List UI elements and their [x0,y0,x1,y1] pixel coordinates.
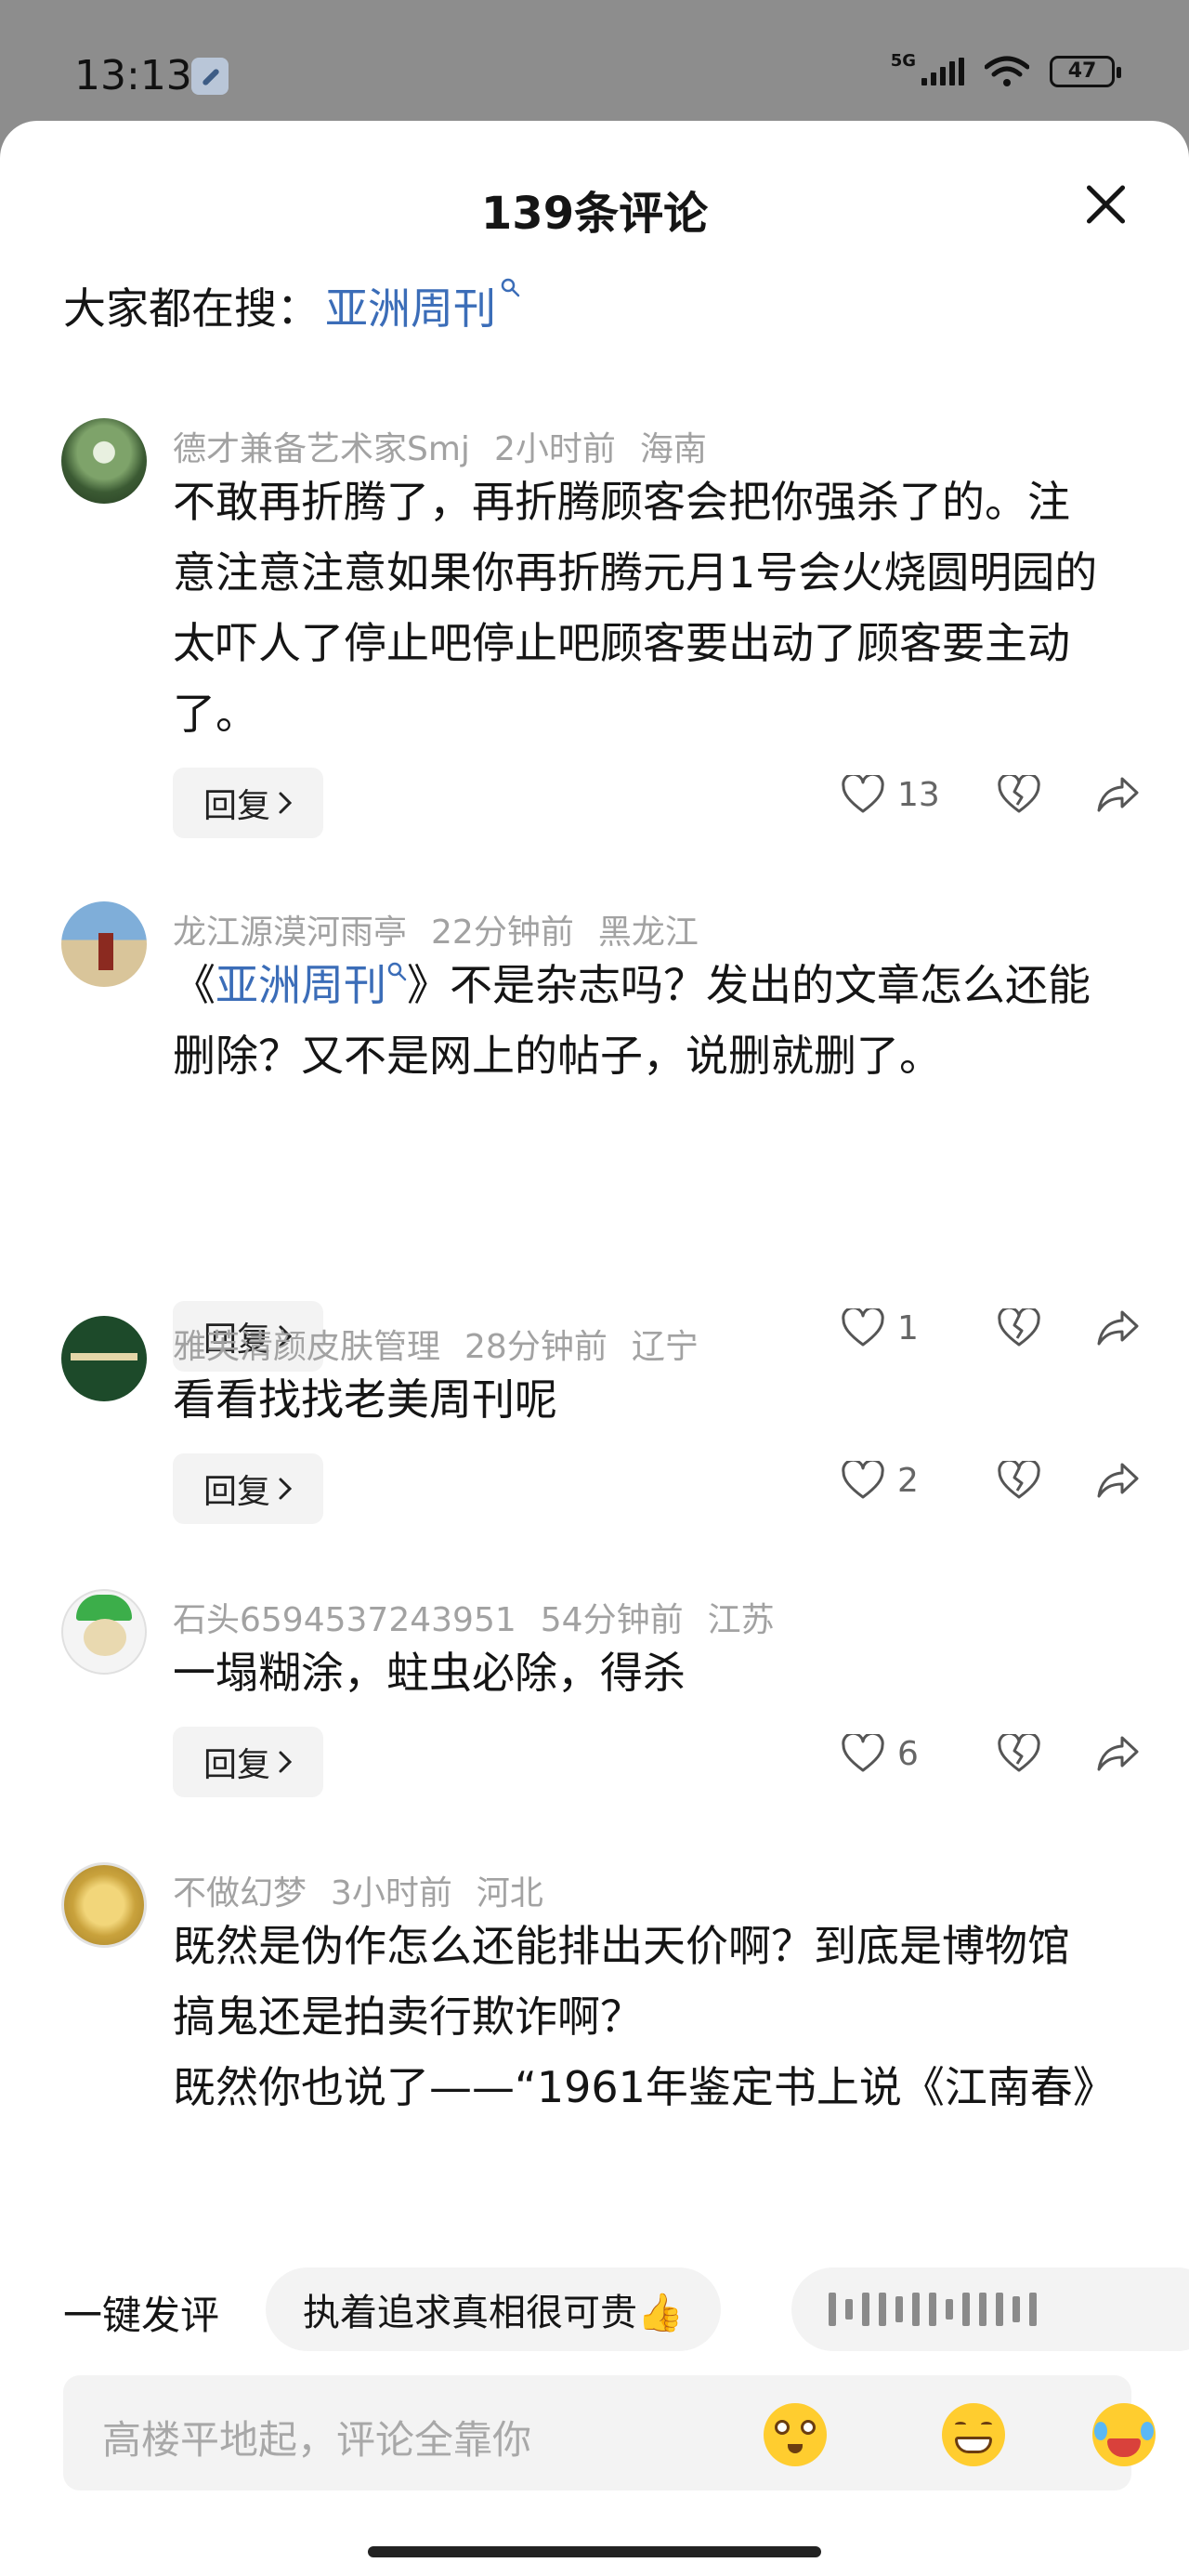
comment-username[interactable]: 雅芙清颜皮肤管理 [173,1328,440,1366]
comment-input[interactable]: 高楼平地起，评论全靠你 [63,2375,1156,2491]
home-indicator [368,2546,821,2557]
comment-time: 54分钟前 [540,1601,684,1639]
comment-text: 不敢再折腾了，再折腾顾客会把你强杀了的。注意注意注意如果你再折腾元月1号会火烧圆… [173,477,1098,739]
comment-location: 辽宁 [631,1328,699,1366]
like-button[interactable]: 6 [842,1734,946,1773]
hot-search-link[interactable]: 亚洲周刊 [325,275,496,336]
wrench-icon [191,58,229,95]
hot-search: 大家都在搜： 亚洲周刊 [63,275,520,336]
comment-location: 黑龙江 [597,913,699,952]
status-time: 13:13 [74,52,192,99]
grin-emoji-icon[interactable] [942,2403,1005,2466]
avatar[interactable] [61,901,147,987]
broken-heart-icon[interactable] [998,1461,1040,1500]
comment-username[interactable]: 不做幻梦 [173,1874,307,1912]
chevron-right-icon [279,1751,293,1773]
like-button[interactable]: 2 [842,1461,946,1500]
comment-actions: 1 [842,1308,1141,1347]
star-eyes-emoji-icon[interactable] [764,2403,827,2466]
reply-button[interactable]: 回复 [173,1453,323,1524]
heart-icon [842,775,884,813]
heart-icon [842,1308,884,1347]
quick-comment-chip-blurred[interactable] [791,2267,1189,2351]
comment-item: 不做幻梦 3小时前 河北 既然是伪作怎么还能排出天价啊？到底是博物馆搞鬼还是拍卖行欺… [0,1862,1189,2128]
comment-actions: 2 [842,1461,1141,1500]
comment-time: 3小时前 [331,1874,452,1912]
avatar[interactable] [61,418,147,504]
topic-link[interactable]: 亚洲周刊 [216,960,386,1010]
status-bar: 13:13 5G 47 [0,0,1189,121]
comment-meta: 不做幻梦 3小时前 河北 [173,1866,568,1914]
heart-icon [842,1734,884,1772]
share-icon[interactable] [1096,1308,1141,1347]
broken-heart-icon[interactable] [998,1734,1040,1773]
comment-actions: 6 [842,1734,1141,1773]
comment-input-placeholder: 高楼平地起，评论全靠你 [102,2417,532,2463]
network-type: 5G [890,50,916,71]
broken-heart-icon[interactable] [998,1308,1040,1347]
comment-meta: 德才兼备艺术家Smj 2小时前 海南 [173,422,731,470]
comment-time: 2小时前 [493,430,616,468]
comment-text: 《亚洲周刊 》不是杂志吗？发出的文章怎么还能删除？又不是网上的帖子，说删就删了。 [173,960,1091,1081]
avatar[interactable] [61,1589,147,1675]
comment-location: 海南 [639,430,707,468]
chevron-right-icon [279,792,293,814]
chevron-right-icon [279,1478,293,1500]
reply-label: 回复 [203,787,270,825]
share-icon[interactable] [1096,1461,1141,1500]
comment-time: 22分钟前 [431,913,574,952]
comment-text: 既然是伪作怎么还能排出天价啊？到底是博物馆搞鬼还是拍卖行欺诈啊？ 既然你也说了—… [173,1921,1094,2112]
comments-title: 139条评论 [480,188,709,240]
comment-meta: 石头6594537243951 54分钟前 江苏 [173,1593,799,1641]
quick-comment-label: 一键发评 [63,2293,220,2338]
search-icon [501,278,520,297]
like-button[interactable]: 1 [842,1308,946,1347]
reply-button[interactable]: 回复 [173,1727,323,1797]
search-icon [387,962,407,981]
heart-icon [842,1461,884,1499]
comment-location: 江苏 [707,1601,775,1639]
comment-username[interactable]: 龙江源漠河雨亭 [173,913,407,952]
comment-username[interactable]: 德才兼备艺术家Smj [173,430,470,468]
comment-location: 河北 [476,1874,543,1912]
comment-text: 看看找找老美周刊呢 [173,1374,557,1425]
like-count: 6 [897,1734,919,1773]
reply-label: 回复 [203,1473,270,1511]
comment-actions: 13 [842,775,1141,814]
laugh-cry-emoji-icon[interactable] [1092,2403,1156,2466]
like-button[interactable]: 13 [842,775,946,814]
comment-meta: 龙江源漠河雨亭 22分钟前 黑龙江 [173,905,723,953]
status-indicators: 5G 47 [891,51,1121,87]
reply-label: 回复 [203,1746,270,1784]
avatar[interactable] [61,1862,147,1948]
quick-comment-chip[interactable]: 执着追求真相很可贵👍 [266,2267,721,2351]
close-icon[interactable] [1083,182,1128,227]
like-count: 13 [897,775,940,814]
comment-time: 28分钟前 [464,1328,608,1366]
battery-icon: 47 [1050,56,1121,87]
signal-icon [921,58,964,85]
avatar[interactable] [61,1316,147,1401]
reply-button[interactable]: 回复 [173,768,323,838]
comment-text: 一塌糊涂，蛀虫必除，得杀 [173,1648,686,1698]
quick-comment-bar: 一键发评 执着追求真相很可贵👍 [0,2256,1189,2359]
broken-heart-icon[interactable] [998,775,1040,814]
comments-sheet: 139条评论 大家都在搜： 亚洲周刊 德才兼备艺术家Smj 2小时前 海南 不敢再折… [0,121,1189,2576]
comment-username[interactable]: 石头6594537243951 [173,1601,516,1639]
hot-search-label: 大家都在搜： [63,283,320,334]
comment-meta: 雅芙清颜皮肤管理 28分钟前 辽宁 [173,1320,723,1368]
like-count: 2 [897,1461,919,1500]
share-icon[interactable] [1096,775,1141,814]
share-icon[interactable] [1096,1734,1141,1773]
like-count: 1 [897,1308,919,1347]
wifi-icon [985,56,1029,86]
